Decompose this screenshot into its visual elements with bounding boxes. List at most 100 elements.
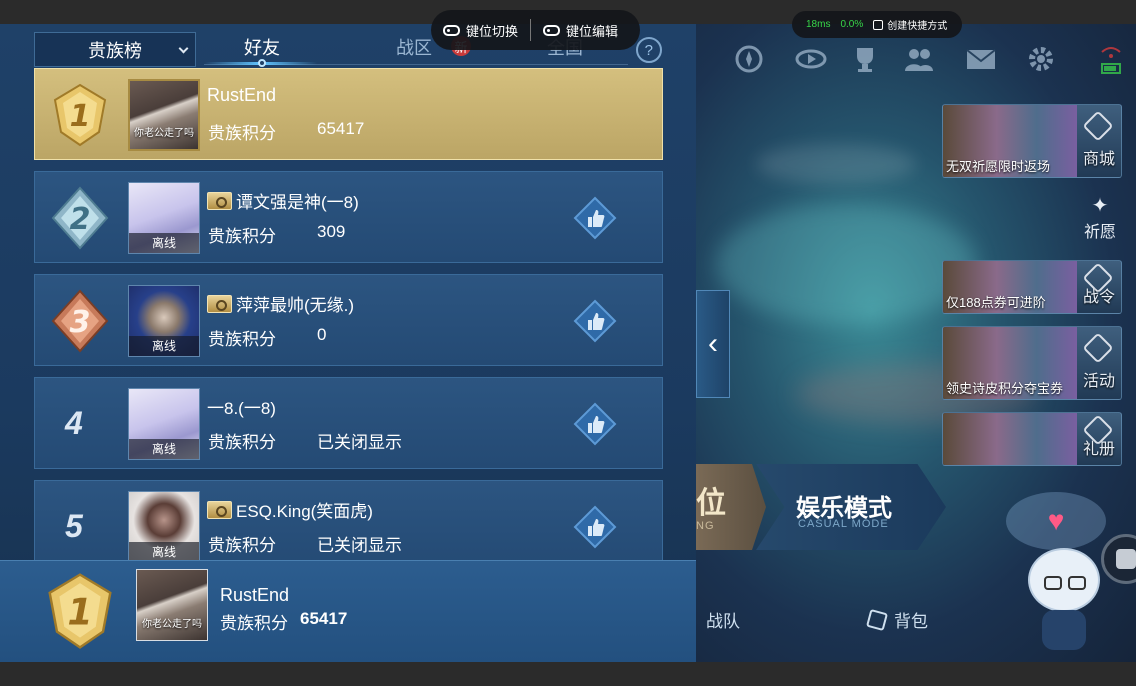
settings-gear-icon[interactable] (1024, 42, 1058, 76)
battle-pass-card[interactable]: 仅188点券可进阶 战令 (942, 260, 1122, 314)
battle-pass-caption: 仅188点券可进阶 (946, 295, 1046, 310)
key-edit-label: 键位编辑 (566, 23, 619, 39)
wish-button[interactable]: ✦ 祈愿 (1080, 194, 1120, 244)
bronze-rank-badge-icon: 3 (51, 289, 109, 353)
shop-label: 商城 (1082, 151, 1115, 168)
team-label: 战队 (706, 612, 740, 631)
mascot-head (1028, 548, 1100, 612)
avatar[interactable]: 离线 (128, 491, 200, 563)
silver-rank-badge-icon: 2 (51, 186, 109, 250)
avatar[interactable]: 离线 (128, 285, 200, 357)
leaderboard-type-dropdown[interactable]: 贵族榜 (34, 32, 196, 67)
chevron-down-icon (178, 43, 189, 54)
leaderboard-row[interactable]: 3 离线 萍萍最帅(无缘.) 贵族积分 0 (34, 274, 663, 366)
rank-3-number: 3 (70, 305, 91, 340)
signal-battery-icon (1101, 47, 1121, 74)
shortcut-icon (873, 19, 884, 30)
noble-card-icon (207, 191, 232, 210)
bag-button[interactable]: 背包 (865, 607, 928, 632)
shop-card[interactable]: 无双祈愿限时返场 商城 (942, 104, 1122, 178)
my-player-name: RustEnd (220, 585, 289, 606)
gamepad-icon (443, 24, 460, 36)
player-name-text: ESQ.King(笑面虎) (236, 502, 373, 521)
my-score-label: 贵族积分 (220, 614, 288, 633)
avatar[interactable]: 离线 (128, 388, 200, 460)
score-label: 贵族积分 (208, 227, 276, 246)
offline-status: 离线 (129, 542, 199, 562)
score-value: 已关闭显示 (317, 433, 402, 452)
thumbs-up-icon[interactable] (573, 402, 617, 446)
offline-status: 离线 (129, 336, 199, 356)
casual-mode-sub: CASUAL MODE (798, 518, 889, 530)
casual-mode-button[interactable]: 娱乐模式 CASUAL MODE (756, 464, 946, 550)
events-card[interactable]: 领史诗皮积分夺宝券 活动 (942, 326, 1122, 400)
thumbs-up-icon[interactable] (573, 505, 617, 549)
gamepad-icon (543, 24, 561, 36)
score-value: 65417 (317, 119, 365, 138)
mail-icon[interactable] (964, 42, 998, 76)
chevron-left-icon: ‹ (708, 327, 718, 360)
tab-friends[interactable]: 好友 (244, 34, 280, 60)
key-edit-button[interactable]: 键位编辑 (531, 10, 630, 50)
events-icon (1082, 332, 1114, 364)
offline-status: 离线 (129, 439, 199, 459)
key-switch-label: 键位切换 (466, 23, 519, 39)
rank-1-number: 1 (70, 99, 91, 134)
leaderboard-row[interactable]: 4 离线 一8.(一8) 贵族积分 已关闭显示 (34, 377, 663, 469)
ping-value: 18ms (806, 19, 831, 30)
dropdown-label: 贵族榜 (88, 40, 142, 61)
my-player-name-text: RustEnd (220, 585, 290, 605)
friends-icon[interactable] (902, 42, 936, 76)
avatar-caption: 你老公走了吗 (134, 128, 194, 139)
replay-eye-icon[interactable] (794, 42, 828, 76)
events-caption: 领史诗皮积分夺宝券 (946, 381, 1064, 396)
leaderboard-row[interactable]: 5 离线 ESQ.King(笑面虎) 贵族积分 已关闭显示 (34, 480, 663, 572)
thumbs-up-icon[interactable] (573, 196, 617, 240)
compass-icon[interactable] (732, 42, 766, 76)
avatar[interactable]: 你老公走了吗 (128, 79, 200, 151)
collapse-panel-button[interactable]: ‹ (696, 290, 730, 398)
score-value: 0 (317, 325, 327, 344)
shop-promo-caption: 无双祈愿限时返场 (946, 159, 1051, 174)
bag-icon (865, 608, 889, 631)
mascot-glasses-right (1068, 576, 1086, 590)
my-avatar[interactable]: 你老公走了吗 (136, 569, 208, 641)
player-name-text: 谭文强是神(一8) (236, 193, 359, 212)
gift-book-card[interactable]: 礼册 (942, 412, 1122, 466)
events-label: 活动 (1082, 373, 1115, 390)
create-shortcut-label: 创建快捷方式 (887, 21, 948, 32)
mascot-body (1042, 610, 1086, 650)
noble-leaderboard-panel: 贵族榜 好友 战区 新 全国 ? 1 你老公走了吗 RustEnd 贵族积分 6… (0, 24, 696, 662)
create-shortcut-button[interactable]: 创建快捷方式 (873, 17, 947, 32)
emulator-bottom-bar (0, 662, 1136, 686)
menu-wheel-button[interactable] (1101, 534, 1136, 584)
tab-region[interactable]: 战区 (396, 34, 432, 60)
scene-whale-glow (716, 204, 976, 324)
heart-bubble-button[interactable]: ♥ (1006, 492, 1106, 550)
ranked-mode-button[interactable]: 位 NG (696, 464, 766, 550)
mascot-glasses-left (1044, 576, 1062, 590)
lobby-top-icons (696, 42, 1136, 82)
avatar[interactable]: 离线 (128, 182, 200, 254)
my-ranking-bar: 1 你老公走了吗 RustEnd 贵族积分 65417 (0, 560, 696, 662)
trophy-icon[interactable] (848, 42, 882, 76)
my-score-value: 65417 (300, 609, 348, 628)
leaderboard-row[interactable]: 1 你老公走了吗 RustEnd 贵族积分 65417 (34, 68, 663, 160)
app-window: 键位切换 键位编辑 18ms 0.0% 创建快捷方式 无双祈愿限时返场 商城 ✦… (0, 0, 1136, 686)
thumbs-up-icon[interactable] (573, 299, 617, 343)
score-label: 贵族积分 (208, 433, 276, 452)
key-mapping-toolbar: 键位切换 键位编辑 (431, 10, 640, 50)
player-name-text: RustEnd (207, 85, 277, 105)
gift-book-label: 礼册 (1082, 441, 1115, 458)
key-switch-button[interactable]: 键位切换 (431, 10, 530, 50)
score-value: 已关闭显示 (317, 536, 402, 555)
score-label: 贵族积分 (208, 124, 276, 143)
mascot-character[interactable] (1022, 548, 1106, 658)
player-name: 萍萍最帅(无缘.) (207, 291, 354, 316)
wish-star-icon: ✦ (1091, 195, 1109, 217)
team-button[interactable]: 战队 (706, 607, 740, 632)
gift-book-art (943, 413, 1077, 465)
offline-status: 离线 (129, 233, 199, 253)
leaderboard-row[interactable]: 2 离线 谭文强是神(一8) 贵族积分 309 (34, 171, 663, 263)
score-label: 贵族积分 (208, 536, 276, 555)
